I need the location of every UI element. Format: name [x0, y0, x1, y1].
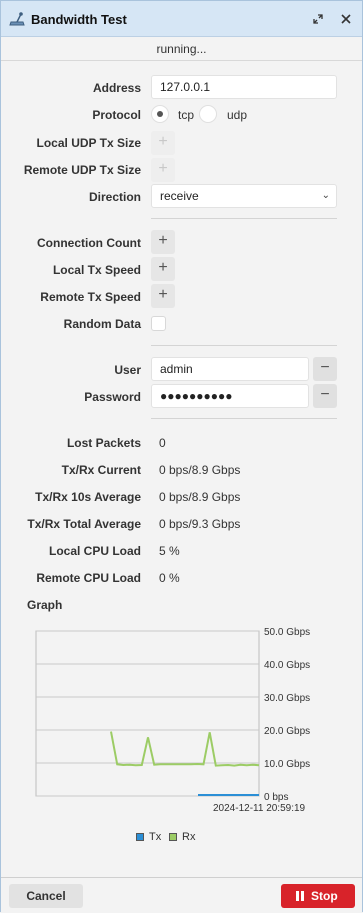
connection-count-add-button[interactable]: +	[151, 230, 175, 254]
graph-y-tick-label: 10.0 Gbps	[264, 759, 310, 770]
rx-legend-swatch	[169, 833, 177, 841]
status-text: running...	[1, 38, 362, 61]
bandwidth-test-app-icon	[9, 12, 25, 26]
direction-select[interactable]: receive ⌄	[151, 184, 337, 208]
pause-icon	[296, 891, 305, 901]
txrx-total-average-value: 0 bps/9.3 Gbps	[159, 517, 241, 531]
divider	[151, 418, 337, 419]
restore-icon[interactable]	[309, 10, 327, 28]
remote-udp-tx-size-add-button[interactable]: +	[151, 158, 175, 182]
remote-udp-tx-size-label: Remote UDP Tx Size	[23, 163, 141, 177]
graph-y-tick-label: 50.0 Gbps	[264, 627, 310, 638]
txrx-total-average-label: Tx/Rx Total Average	[27, 517, 141, 531]
graph-plot-area	[35, 630, 260, 797]
direction-value: receive	[160, 189, 199, 203]
txrx-10s-average-label: Tx/Rx 10s Average	[35, 490, 141, 504]
password-remove-button[interactable]: −	[313, 384, 337, 408]
user-remove-button[interactable]: −	[313, 357, 337, 381]
local-tx-speed-add-button[interactable]: +	[151, 257, 175, 281]
remote-cpu-load-label: Remote CPU Load	[36, 571, 141, 585]
remote-cpu-load-value: 0 %	[159, 571, 180, 585]
local-cpu-load-value: 5 %	[159, 544, 180, 558]
password-input[interactable]: ●●●●●●●●●●	[151, 384, 309, 408]
tx-legend-label: Tx	[149, 831, 162, 843]
window-title: Bandwidth Test	[31, 12, 127, 27]
txrx-10s-average-value: 0 bps/8.9 Gbps	[159, 490, 241, 504]
stop-button[interactable]: Stop	[281, 884, 355, 908]
protocol-tcp-radio[interactable]	[151, 105, 169, 123]
graph-y-tick-label: 40.0 Gbps	[264, 660, 310, 671]
remote-tx-speed-label: Remote Tx Speed	[40, 290, 141, 304]
bandwidth-test-window: Bandwidth Test running... Address 127.0.…	[0, 0, 363, 913]
direction-label: Direction	[88, 190, 141, 204]
local-tx-speed-label: Local Tx Speed	[52, 263, 141, 277]
lost-packets-label: Lost Packets	[66, 436, 141, 450]
divider	[151, 345, 337, 346]
title-bar: Bandwidth Test	[1, 1, 362, 37]
local-cpu-load-label: Local CPU Load	[48, 544, 141, 558]
graph-title: Graph	[27, 598, 63, 612]
txrx-current-value: 0 bps/8.9 Gbps	[159, 463, 241, 477]
graph-x-label: 2024-12-11 20:59:19	[213, 803, 306, 814]
random-data-checkbox[interactable]	[151, 316, 166, 331]
graph-y-tick-label: 30.0 Gbps	[264, 693, 310, 704]
connection-count-label: Connection Count	[37, 236, 141, 250]
user-label: User	[114, 363, 141, 377]
divider	[151, 218, 337, 219]
txrx-current-label: Tx/Rx Current	[61, 463, 141, 477]
chevron-down-icon: ⌄	[321, 190, 330, 201]
local-udp-tx-size-add-button[interactable]: +	[151, 131, 175, 155]
rx-legend-label: Rx	[182, 831, 196, 843]
stop-button-label: Stop	[311, 889, 338, 903]
local-udp-tx-size-label: Local UDP Tx Size	[36, 136, 141, 150]
protocol-label: Protocol	[92, 108, 141, 122]
bandwidth-graph: 50.0 Gbps 40.0 Gbps 30.0 Gbps 20.0 Gbps 10.0…	[35, 627, 310, 814]
close-icon[interactable]	[337, 10, 355, 28]
password-label: Password	[84, 390, 141, 404]
random-data-label: Random Data	[63, 317, 141, 331]
address-label: Address	[92, 81, 141, 95]
user-input[interactable]: admin	[151, 357, 309, 381]
lost-packets-value: 0	[159, 436, 166, 450]
graph-y-tick-label: 0 bps	[264, 792, 288, 803]
graph-y-tick-label: 20.0 Gbps	[264, 726, 310, 737]
cancel-button[interactable]: Cancel	[9, 884, 83, 908]
tx-legend-swatch	[136, 833, 144, 841]
remote-tx-speed-add-button[interactable]: +	[151, 284, 175, 308]
protocol-tcp-label: tcp	[178, 108, 195, 122]
protocol-udp-label: udp	[227, 108, 248, 122]
address-input[interactable]: 127.0.0.1	[151, 75, 337, 99]
protocol-udp-radio[interactable]	[199, 105, 217, 123]
